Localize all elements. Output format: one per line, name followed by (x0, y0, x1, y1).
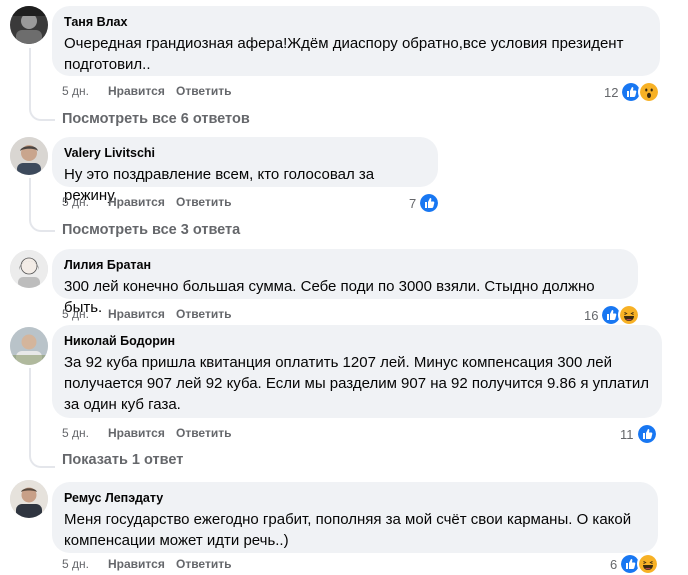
comment-actions: 5 дн. Нравится Ответить (62, 83, 231, 99)
reply-button[interactable]: Ответить (176, 557, 231, 571)
reaction-count: 6 (610, 556, 618, 572)
avatar[interactable] (10, 137, 48, 175)
thread-line (29, 178, 31, 216)
comment-author[interactable]: Таня Влах (64, 14, 648, 30)
like-button[interactable]: Нравится (108, 557, 176, 571)
thread-line (29, 368, 31, 452)
avatar-image (10, 480, 48, 518)
avatar[interactable] (10, 250, 48, 288)
comment-bubble: Николай Бодорин За 92 куба пришла квитан… (52, 325, 662, 418)
reply-button[interactable]: Ответить (176, 195, 231, 209)
thread-curve (29, 214, 55, 232)
reaction-count: 12 (604, 84, 619, 100)
avatar[interactable] (10, 327, 48, 365)
comment-bubble: Лилия Братан 300 лей конечно большая сум… (52, 249, 638, 316)
like-button[interactable]: Нравится (108, 307, 176, 321)
reply-button[interactable]: Ответить (176, 426, 231, 440)
comment-time[interactable]: 5 дн. (62, 195, 108, 209)
thread-curve (29, 450, 55, 468)
reaction-count: 16 (584, 307, 599, 323)
comment-bubble: Таня Влах Очередная грандиозная афера!Жд… (52, 6, 660, 76)
comment-time[interactable]: 5 дн. (62, 426, 108, 440)
wow-icon (638, 81, 661, 103)
comment-time[interactable]: 5 дн. (62, 557, 108, 571)
reply-button[interactable]: Ответить (176, 307, 231, 321)
avatar-image (10, 327, 48, 365)
avatar-image (10, 6, 48, 44)
haha-icon (618, 304, 641, 326)
comment-author[interactable]: Valery Livitschi (64, 145, 426, 161)
view-replies-link[interactable]: Показать 1 ответ (62, 452, 183, 468)
avatar[interactable] (10, 6, 48, 44)
comment-time[interactable]: 5 дн. (62, 307, 108, 321)
comment-actions: 5 дн. Нравится Ответить (62, 425, 231, 441)
like-button[interactable]: Нравится (108, 195, 176, 209)
comment-text: Меня государство ежегодно грабит, пополн… (64, 511, 632, 549)
comment-text: Очередная грандиозная афера!Ждём диаспор… (64, 35, 624, 73)
avatar[interactable] (10, 480, 48, 518)
thread-line (29, 48, 31, 104)
avatar-image (10, 137, 48, 175)
reaction-count: 11 (620, 426, 634, 442)
like-icon (418, 192, 441, 214)
reaction-summary[interactable]: 12 (604, 81, 661, 103)
avatar-image (10, 250, 48, 288)
comment-author[interactable]: Лилия Братан (64, 257, 626, 273)
like-button[interactable]: Нравится (108, 84, 176, 98)
reaction-summary[interactable]: 7 (409, 192, 441, 214)
comment-author[interactable]: Николай Бодорин (64, 333, 650, 349)
reaction-summary[interactable]: 6 (610, 553, 660, 575)
comment-text: За 92 куба пришла квитанция оплатить 120… (64, 354, 650, 413)
haha-icon (637, 553, 660, 575)
view-replies-link[interactable]: Посмотреть все 3 ответа (62, 222, 240, 238)
reaction-summary[interactable]: 16 (584, 304, 641, 326)
thread-curve (29, 103, 55, 121)
view-replies-link[interactable]: Посмотреть все 6 ответов (62, 111, 250, 127)
reply-button[interactable]: Ответить (176, 84, 231, 98)
comment-author[interactable]: Ремус Лепэдату (64, 490, 646, 506)
like-icon (635, 423, 658, 445)
comment-bubble: Ремус Лепэдату Меня государство ежегодно… (52, 482, 658, 553)
reaction-summary[interactable]: 11 (620, 423, 658, 445)
comment-bubble: Valery Livitschi Ну это поздравление все… (52, 137, 438, 204)
reaction-count: 7 (409, 195, 417, 211)
comment-actions: 5 дн. Нравится Ответить (62, 306, 231, 322)
comment-actions: 5 дн. Нравится Ответить (62, 194, 231, 210)
like-button[interactable]: Нравится (108, 426, 176, 440)
comment-time[interactable]: 5 дн. (62, 84, 108, 98)
